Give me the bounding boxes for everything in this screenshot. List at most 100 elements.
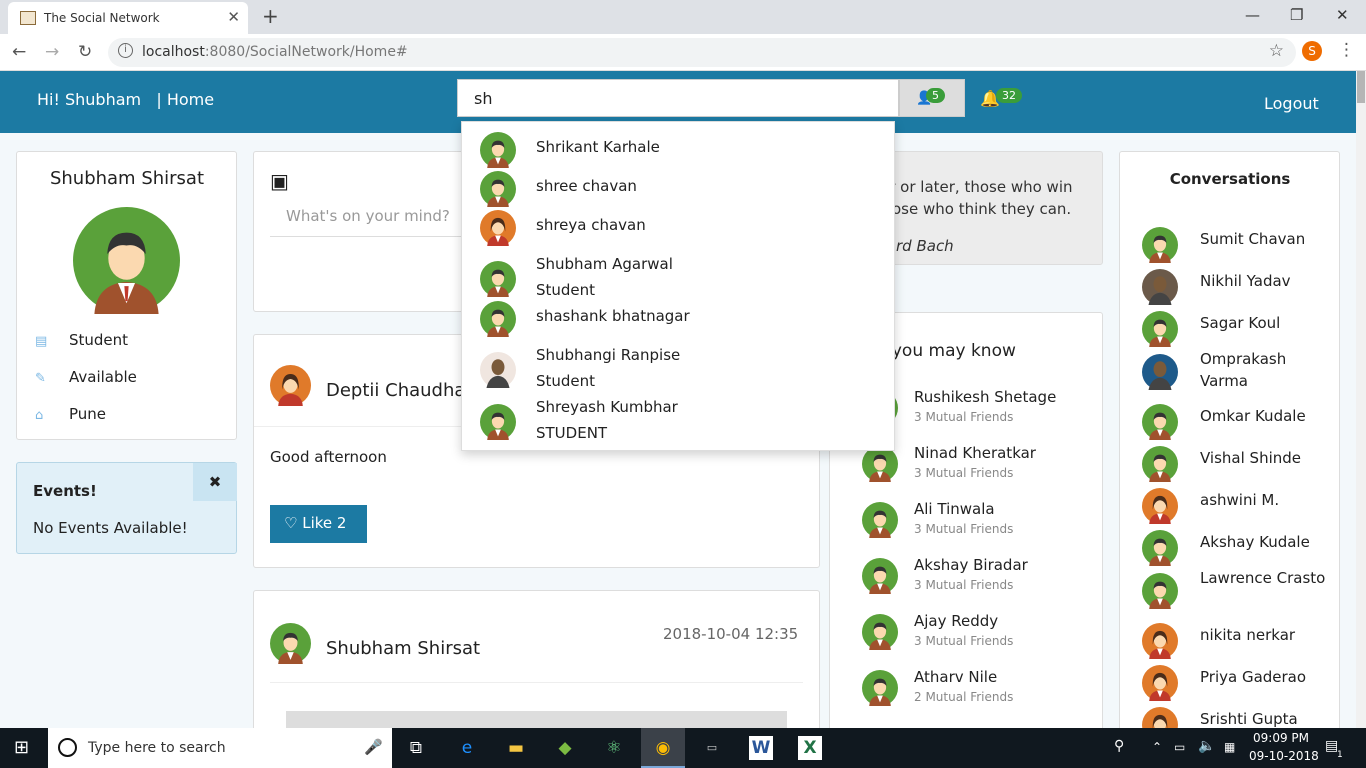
post-author[interactable]: Deptii Chaudha: [326, 380, 465, 401]
conversation-name[interactable]: Vishal Shinde: [1200, 447, 1328, 469]
suggestion-avatar[interactable]: [862, 614, 898, 654]
edge-icon[interactable]: e: [455, 736, 479, 760]
atom-icon[interactable]: ⚛: [602, 736, 626, 760]
keyboard-icon[interactable]: ▦: [1224, 740, 1235, 754]
conversation-avatar[interactable]: [1142, 530, 1178, 570]
conversation-name[interactable]: nikita nerkar: [1200, 624, 1328, 646]
search-result-avatar: [480, 352, 516, 388]
page-scrollbar[interactable]: [1356, 71, 1366, 728]
conversation-avatar[interactable]: [1142, 311, 1178, 351]
profile-avatar-large[interactable]: [73, 207, 180, 318]
conversation-avatar[interactable]: [1142, 665, 1178, 705]
search-result-name: Shubham Agarwal: [536, 255, 673, 273]
suggestion-name[interactable]: Ali Tinwala: [914, 500, 995, 518]
close-events-button[interactable]: ✖: [193, 463, 237, 501]
conversation-avatar[interactable]: [1142, 623, 1178, 663]
post-card: Shubham Shirsat 2018-10-04 12:35: [253, 590, 820, 741]
tray-chevron-icon[interactable]: ⌃: [1152, 740, 1162, 754]
conversation-name[interactable]: Sagar Koul: [1200, 312, 1328, 334]
file-explorer-icon[interactable]: ▬: [504, 736, 528, 760]
conversation-name[interactable]: Omprakash Varma: [1200, 348, 1328, 392]
url-host: localhost: [142, 44, 205, 60]
conversation-name[interactable]: ashwini M.: [1200, 489, 1328, 511]
profile-avatar[interactable]: S: [1302, 41, 1322, 61]
conversation-avatar[interactable]: [1142, 269, 1178, 309]
suggestion-name[interactable]: Akshay Biradar: [914, 556, 1028, 574]
search-result-avatar: [480, 210, 516, 246]
android-studio-icon[interactable]: ◆: [553, 736, 577, 760]
suggestion-name[interactable]: Ninad Kheratkar: [914, 444, 1036, 462]
favicon-icon: [20, 11, 36, 25]
profile-city-row: ⌂ Pune: [35, 405, 106, 423]
nav-separator: |: [156, 90, 162, 109]
search-input[interactable]: sh: [457, 79, 899, 117]
conversation-name[interactable]: Nikhil Yadav: [1200, 270, 1328, 292]
image-upload-icon[interactable]: ▣: [270, 169, 289, 193]
windows-start-icon[interactable]: ⊞: [14, 737, 29, 758]
minimize-icon[interactable]: —: [1245, 6, 1260, 24]
conversation-avatar[interactable]: [1142, 404, 1178, 444]
close-window-icon[interactable]: ✕: [1336, 6, 1349, 24]
mutual-friends-count: 3 Mutual Friends: [914, 522, 1014, 536]
home-link[interactable]: Home: [167, 90, 214, 109]
bookmark-star-icon[interactable]: ☆: [1269, 41, 1284, 61]
friend-requests-button[interactable]: 👤 5: [899, 79, 965, 117]
post-author-avatar[interactable]: [270, 623, 311, 668]
like-label: Like 2: [302, 514, 347, 532]
notification-count: 1: [1337, 750, 1343, 760]
maximize-icon[interactable]: ❐: [1290, 6, 1303, 24]
search-result-name: shreya chavan: [536, 216, 646, 234]
browser-tab[interactable]: The Social Network ✕: [8, 2, 248, 34]
conversation-avatar[interactable]: [1142, 354, 1178, 394]
like-button[interactable]: ♡ Like 2: [270, 505, 367, 543]
network-icon[interactable]: ▭: [1174, 740, 1185, 754]
conversation-name[interactable]: Priya Gaderao: [1200, 666, 1328, 688]
menu-icon[interactable]: ⋮: [1338, 40, 1355, 60]
clock-time[interactable]: 09:09 PM: [1253, 731, 1309, 745]
terminal-icon[interactable]: ▭: [700, 736, 724, 760]
reload-icon[interactable]: ↻: [78, 42, 92, 62]
conversation-name[interactable]: Omkar Kudale: [1200, 405, 1328, 427]
quote-line-1: er or later, those who win: [880, 178, 1073, 196]
post-author[interactable]: Shubham Shirsat: [326, 638, 480, 659]
conversation-avatar[interactable]: [1142, 488, 1178, 528]
conversation-name[interactable]: Sumit Chavan: [1200, 228, 1328, 250]
conversation-avatar[interactable]: [1142, 227, 1178, 267]
conversation-avatar[interactable]: [1142, 573, 1178, 613]
suggestion-avatar[interactable]: [862, 502, 898, 542]
post-divider: [270, 682, 803, 683]
info-icon[interactable]: i: [118, 43, 133, 58]
word-icon[interactable]: W: [749, 736, 773, 760]
clock-date[interactable]: 09-10-2018: [1249, 749, 1319, 763]
scrollbar-thumb[interactable]: [1357, 71, 1365, 103]
windows-taskbar: ⊞ Type here to search 🎤 ⧉ e ▬ ◆ ⚛ ◉ ▭ W …: [0, 728, 1366, 768]
people-icon[interactable]: ⚲: [1114, 738, 1124, 754]
post-author-avatar[interactable]: [270, 365, 311, 410]
suggestion-name[interactable]: Ajay Reddy: [914, 612, 998, 630]
close-tab-icon[interactable]: ✕: [227, 8, 240, 26]
taskbar-search[interactable]: Type here to search 🎤: [48, 728, 392, 768]
microphone-icon[interactable]: 🎤: [364, 738, 383, 756]
conversations-title: Conversations: [1169, 170, 1291, 188]
suggestion-name[interactable]: Atharv Nile: [914, 668, 997, 686]
conversation-name[interactable]: Lawrence Crasto: [1200, 567, 1328, 589]
volume-icon[interactable]: 🔈: [1198, 738, 1215, 754]
profile-name: Shubham Shirsat: [49, 168, 205, 189]
new-tab-icon[interactable]: +: [262, 4, 279, 28]
suggestion-avatar[interactable]: [862, 558, 898, 598]
conversation-name[interactable]: Srishti Gupta: [1200, 708, 1328, 730]
suggestion-avatar[interactable]: [862, 670, 898, 710]
conversation-name[interactable]: Akshay Kudale: [1200, 531, 1328, 553]
search-result-avatar: [480, 301, 516, 337]
suggestion-avatar[interactable]: [862, 446, 898, 486]
suggestion-name[interactable]: Rushikesh Shetage: [914, 388, 1056, 406]
url-field[interactable]: i localhost:8080/SocialNetwork/Home# ☆: [108, 38, 1296, 67]
mutual-friends-count: 3 Mutual Friends: [914, 634, 1014, 648]
logout-link[interactable]: Logout: [1264, 94, 1319, 113]
back-icon[interactable]: ←: [12, 42, 26, 62]
forward-icon[interactable]: →: [45, 42, 59, 62]
task-view-icon[interactable]: ⧉: [404, 736, 428, 760]
excel-icon[interactable]: X: [798, 736, 822, 760]
conversation-avatar[interactable]: [1142, 446, 1178, 486]
greeting: Hi! Shubham | Home: [37, 90, 214, 109]
